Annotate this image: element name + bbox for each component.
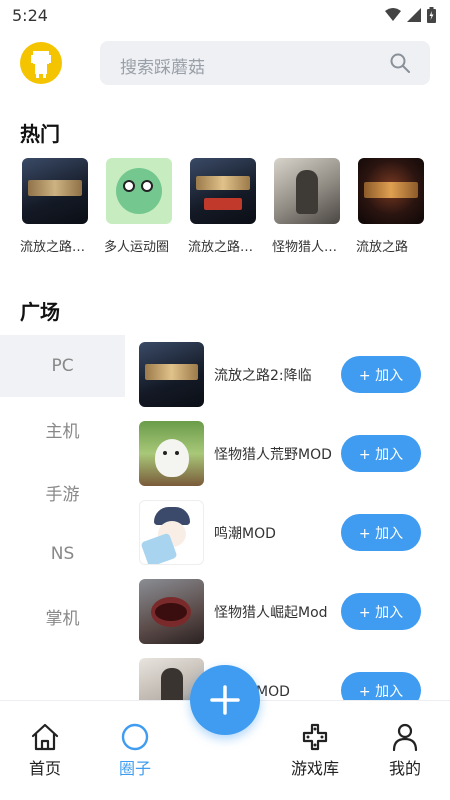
hot-label: 流放之路… xyxy=(20,240,86,255)
category-item-pc[interactable]: PC xyxy=(0,335,125,397)
join-button[interactable]: + 加入 xyxy=(341,672,421,700)
search-icon[interactable] xyxy=(390,53,410,73)
user-icon xyxy=(392,723,418,751)
hot-item[interactable]: 怪物猎人… xyxy=(272,158,352,255)
battery-icon xyxy=(427,7,436,23)
tab-label: 我的 xyxy=(388,759,421,778)
list-item[interactable]: 鸣潮MOD + 加入 xyxy=(125,493,450,573)
hot-thumbnail xyxy=(106,158,172,224)
circle-thumbnail xyxy=(139,579,204,644)
gamepad-icon xyxy=(302,723,328,751)
status-bar: 5:24 xyxy=(0,0,450,32)
list-item[interactable]: 流放之路2:降临 + 加入 xyxy=(125,335,450,415)
join-button[interactable]: + 加入 xyxy=(341,435,421,472)
tab-label: 圈子 xyxy=(118,759,151,778)
avatar-figure-icon xyxy=(31,51,51,78)
create-button[interactable] xyxy=(190,665,260,735)
category-sidebar: PC 主机 手游 NS 掌机 xyxy=(0,335,125,700)
tab-mine[interactable]: 我的 xyxy=(375,723,435,779)
category-item-handheld[interactable]: 掌机 xyxy=(0,585,125,647)
top-bar: 搜索踩蘑菇 xyxy=(0,38,450,90)
hot-thumbnail xyxy=(358,158,424,224)
join-button[interactable]: + 加入 xyxy=(341,514,421,551)
hot-label: 多人运动圈 xyxy=(104,240,170,255)
section-title-hot: 热门 xyxy=(20,122,60,146)
hot-label: 流放之路 xyxy=(356,240,409,255)
circle-title: 鸣潮MOD xyxy=(214,526,276,542)
circle-icon xyxy=(121,723,149,751)
circle-title: 流放之路2:降临 xyxy=(214,368,312,384)
tab-game-library[interactable]: 游戏库 xyxy=(285,723,345,779)
status-icons xyxy=(385,7,436,23)
hot-list: 流放之路… 多人运动圈 流放之路… 怪物猎人… 流放之路 xyxy=(0,158,450,258)
section-title-square: 广场 xyxy=(20,300,60,324)
category-item-console[interactable]: 主机 xyxy=(0,398,125,460)
hot-thumbnail xyxy=(22,158,88,224)
circle-title: 怪物猎人荒野MOD xyxy=(214,447,332,463)
circle-thumbnail xyxy=(139,342,204,407)
hot-label: 怪物猎人… xyxy=(272,240,338,255)
circle-list: 流放之路2:降临 + 加入 怪物猎人荒野MOD + 加入 鸣潮MOD + 加入 … xyxy=(125,335,450,700)
category-item-mobile[interactable]: 手游 xyxy=(0,461,125,523)
search-input[interactable]: 搜索踩蘑菇 xyxy=(120,53,205,78)
plus-icon xyxy=(210,685,240,715)
join-button[interactable]: + 加入 xyxy=(341,356,421,393)
hot-thumbnail xyxy=(274,158,340,224)
join-button[interactable]: + 加入 xyxy=(341,593,421,630)
tab-home[interactable]: 首页 xyxy=(15,723,75,779)
signal-icon xyxy=(407,8,421,22)
search-box[interactable]: 搜索踩蘑菇 xyxy=(100,41,430,85)
hot-thumbnail xyxy=(190,158,256,224)
hot-item[interactable]: 流放之路… xyxy=(188,158,268,255)
circle-thumbnail xyxy=(139,421,204,486)
circle-title: 怪物猎人崛起Mod xyxy=(214,605,328,621)
tab-circle[interactable]: 圈子 xyxy=(105,723,165,779)
hot-item[interactable]: 多人运动圈 xyxy=(104,158,184,255)
list-item[interactable]: 怪物猎人崛起Mod + 加入 xyxy=(125,572,450,652)
wifi-icon xyxy=(385,8,401,21)
list-item[interactable]: 人世界MOD + 加入 xyxy=(125,651,450,700)
avatar[interactable] xyxy=(20,42,62,84)
hot-label: 流放之路… xyxy=(188,240,254,255)
tab-label: 游戏库 xyxy=(290,759,339,778)
hot-item[interactable]: 流放之路 xyxy=(356,158,436,255)
circle-thumbnail xyxy=(139,500,204,565)
list-item[interactable]: 怪物猎人荒野MOD + 加入 xyxy=(125,414,450,494)
home-icon xyxy=(31,723,59,751)
category-item-ns[interactable]: NS xyxy=(0,523,125,585)
status-time: 5:24 xyxy=(12,6,48,25)
tab-label: 首页 xyxy=(28,759,61,778)
hot-item[interactable]: 流放之路… xyxy=(20,158,100,255)
